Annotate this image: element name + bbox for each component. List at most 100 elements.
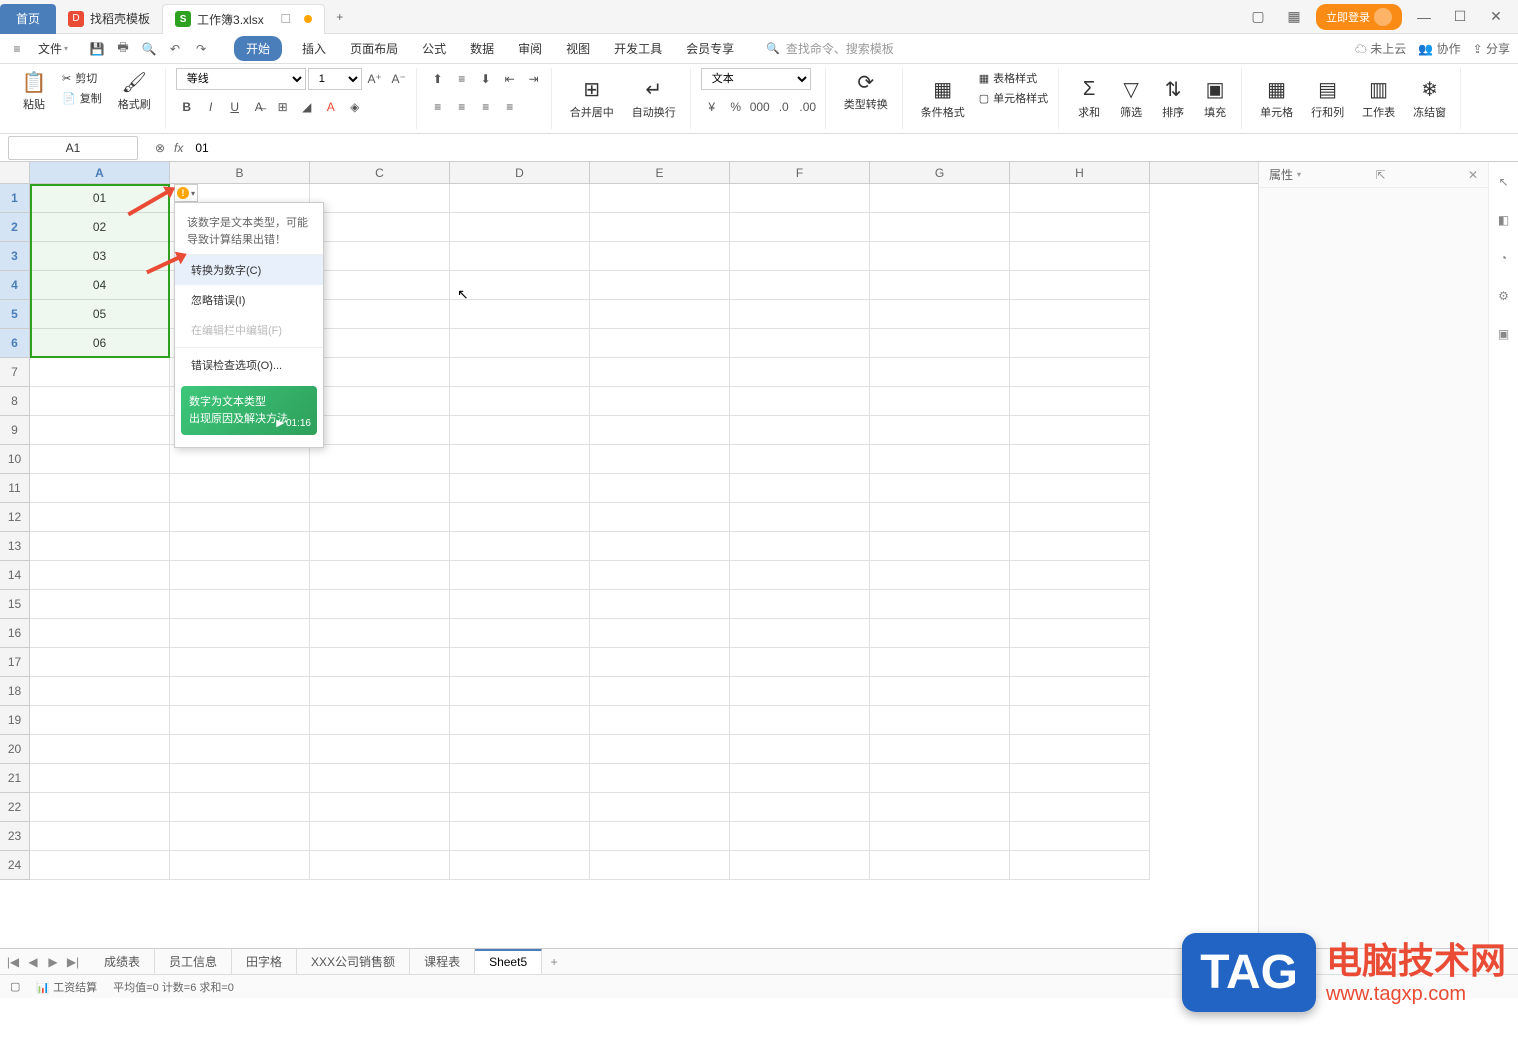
cell[interactable] — [30, 706, 170, 735]
cell[interactable] — [310, 648, 450, 677]
cell[interactable] — [1010, 213, 1150, 242]
cell[interactable] — [30, 358, 170, 387]
cell[interactable] — [310, 242, 450, 271]
cell[interactable] — [30, 387, 170, 416]
cell[interactable] — [870, 648, 1010, 677]
justify-icon[interactable]: ≡ — [499, 96, 521, 118]
row-header[interactable]: 24 — [0, 851, 30, 880]
row-header[interactable]: 23 — [0, 822, 30, 851]
style-icon[interactable]: ◧ — [1494, 210, 1514, 230]
cell[interactable] — [590, 300, 730, 329]
cell[interactable] — [730, 445, 870, 474]
dec-decimal-icon[interactable]: .00 — [797, 96, 819, 118]
cell[interactable] — [1010, 358, 1150, 387]
cell[interactable] — [1010, 648, 1150, 677]
cell[interactable] — [590, 793, 730, 822]
column-header[interactable]: C — [310, 162, 450, 183]
cell[interactable] — [450, 503, 590, 532]
tab-document[interactable]: S 工作簿3.xlsx ☐ — [162, 4, 325, 34]
cell[interactable]: 01 — [30, 184, 170, 213]
new-tab-button[interactable]: + — [325, 2, 355, 32]
maximize-button[interactable]: ☐ — [1446, 3, 1474, 31]
cell[interactable] — [450, 793, 590, 822]
cell[interactable] — [1010, 590, 1150, 619]
align-middle-icon[interactable]: ≡ — [451, 68, 473, 90]
cell[interactable]: 05 — [30, 300, 170, 329]
cell[interactable] — [310, 619, 450, 648]
cell[interactable] — [1010, 706, 1150, 735]
sheet-first-icon[interactable]: |◀ — [4, 953, 22, 971]
cell[interactable] — [450, 851, 590, 880]
cell[interactable]: 03 — [30, 242, 170, 271]
cell[interactable] — [1010, 329, 1150, 358]
cell[interactable] — [30, 590, 170, 619]
sheet-last-icon[interactable]: ▶| — [64, 953, 82, 971]
print-icon[interactable]: 🖶 — [114, 40, 132, 58]
indent-inc-icon[interactable]: ⇥ — [523, 68, 545, 90]
cell[interactable] — [450, 822, 590, 851]
sort-button[interactable]: ⇅排序 — [1153, 68, 1193, 129]
cell[interactable] — [170, 532, 310, 561]
cell[interactable] — [590, 329, 730, 358]
cell[interactable] — [590, 358, 730, 387]
cell[interactable] — [730, 764, 870, 793]
share-button[interactable]: ⇪ 分享 — [1473, 40, 1510, 57]
cell[interactable] — [870, 416, 1010, 445]
fx-icon[interactable]: fx — [174, 141, 183, 155]
cell[interactable] — [870, 735, 1010, 764]
cell[interactable] — [30, 503, 170, 532]
cell[interactable] — [590, 445, 730, 474]
cell[interactable] — [730, 358, 870, 387]
cloud-status[interactable]: ☁ 未上云 — [1355, 40, 1406, 57]
name-box[interactable]: A1 — [8, 136, 138, 160]
cell[interactable] — [310, 677, 450, 706]
column-header[interactable]: D — [450, 162, 590, 183]
cell[interactable] — [590, 677, 730, 706]
cell[interactable] — [590, 416, 730, 445]
cell[interactable] — [870, 851, 1010, 880]
column-header[interactable]: B — [170, 162, 310, 183]
cell[interactable] — [870, 677, 1010, 706]
cell[interactable] — [170, 851, 310, 880]
cell[interactable] — [1010, 300, 1150, 329]
cell[interactable] — [310, 735, 450, 764]
row-header[interactable]: 6 — [0, 329, 30, 358]
align-left-icon[interactable]: ≡ — [427, 96, 449, 118]
cell[interactable] — [450, 706, 590, 735]
cell[interactable] — [730, 532, 870, 561]
cell[interactable] — [730, 677, 870, 706]
cell[interactable] — [590, 503, 730, 532]
cell[interactable] — [730, 387, 870, 416]
cell[interactable] — [30, 677, 170, 706]
cell[interactable] — [30, 532, 170, 561]
cell[interactable] — [310, 358, 450, 387]
cell[interactable] — [870, 590, 1010, 619]
row-header[interactable]: 10 — [0, 445, 30, 474]
cell[interactable] — [730, 648, 870, 677]
cell[interactable] — [730, 416, 870, 445]
sheet-tab[interactable]: 田字格 — [232, 949, 297, 974]
cell[interactable] — [870, 764, 1010, 793]
cell[interactable] — [590, 387, 730, 416]
command-search[interactable]: 查找命令、搜索模板 — [766, 40, 894, 57]
cell[interactable] — [730, 474, 870, 503]
cell[interactable] — [870, 242, 1010, 271]
cell[interactable] — [170, 735, 310, 764]
settings-icon[interactable]: ⚙ — [1494, 286, 1514, 306]
currency-icon[interactable]: ¥ — [701, 96, 723, 118]
decrease-font-icon[interactable]: A⁻ — [388, 68, 410, 90]
cell[interactable] — [170, 503, 310, 532]
cell[interactable] — [1010, 184, 1150, 213]
ribbon-tab-data[interactable]: 数据 — [466, 36, 498, 61]
cell[interactable] — [590, 532, 730, 561]
cell[interactable] — [590, 561, 730, 590]
cell[interactable] — [730, 619, 870, 648]
cell[interactable] — [450, 532, 590, 561]
cell[interactable] — [310, 184, 450, 213]
cell[interactable] — [450, 300, 590, 329]
align-top-icon[interactable]: ⬆ — [427, 68, 449, 90]
cell[interactable] — [1010, 242, 1150, 271]
cut-button[interactable]: ✂ 剪切 — [58, 68, 106, 88]
cell[interactable] — [450, 387, 590, 416]
cell[interactable] — [450, 358, 590, 387]
